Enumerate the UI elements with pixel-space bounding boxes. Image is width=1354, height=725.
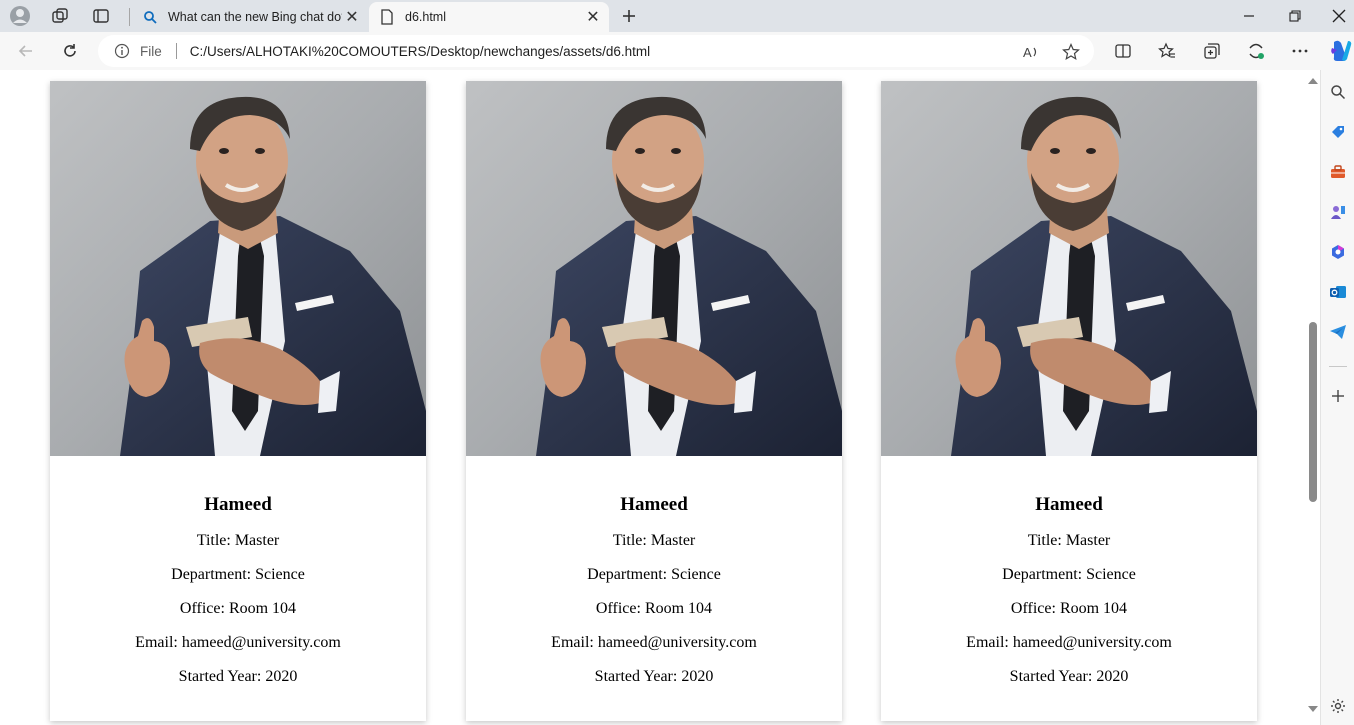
tab-d6[interactable]: d6.html ✕ [369,2,609,32]
read-aloud-icon[interactable]: A [1022,43,1040,61]
tab-title: d6.html [405,10,446,24]
url-text[interactable]: C:/Users/ALHOTAKI%20COMOUTERS/Desktop/ne… [190,44,650,59]
staff-title: Title: Master [196,532,280,549]
favorites-icon[interactable] [1153,37,1181,65]
search-icon [142,9,158,25]
staff-started-year: Started Year: 2020 [594,668,714,685]
sidebar-m365-icon[interactable] [1328,242,1348,262]
staff-office: Office: Room 104 [1010,600,1128,617]
browser-essentials-icon[interactable] [1242,37,1270,65]
staff-office: Office: Room 104 [179,600,297,617]
back-icon[interactable] [12,37,40,65]
staff-department: Department: Science [1002,566,1136,583]
minimize-icon[interactable] [1226,0,1272,32]
sidebar-search-icon[interactable] [1328,82,1348,102]
restore-icon[interactable] [1272,0,1318,32]
staff-photo [466,81,842,456]
tab-bing-chat[interactable]: What can the new Bing chat do? ✕ [132,2,368,32]
staff-email: Email: hameed@university.com [966,634,1172,651]
copilot-icon[interactable] [1328,38,1354,64]
tab-actions-icon[interactable] [89,4,113,28]
page-content: Hameed Title: Master Department: Science… [0,70,1306,725]
favorite-star-icon[interactable] [1062,43,1080,61]
sidebar-shopping-icon[interactable] [1328,122,1348,142]
address-bar[interactable]: File C:/Users/ALHOTAKI%20COMOUTERS/Deskt… [98,35,1094,67]
close-tab-icon[interactable]: ✕ [583,7,603,27]
staff-name: Hameed [620,494,688,515]
staff-title: Title: Master [1027,532,1111,549]
staff-photo [50,81,426,456]
staff-card: Hameed Title: Master Department: Science… [466,81,842,721]
staff-department: Department: Science [171,566,305,583]
staff-department: Department: Science [587,566,721,583]
sidebar-settings-icon[interactable] [1328,696,1348,716]
sidebar-games-icon[interactable] [1328,202,1348,222]
sidebar-divider [1329,366,1347,367]
staff-started-year: Started Year: 2020 [178,668,298,685]
collections-icon[interactable] [1198,37,1226,65]
staff-card: Hameed Title: Master Department: Science… [881,81,1257,721]
staff-title: Title: Master [612,532,696,549]
sidebar-tools-icon[interactable] [1328,162,1348,182]
tab-title: What can the new Bing chat do? [168,10,342,24]
staff-email: Email: hameed@university.com [135,634,341,651]
address-divider [175,43,177,59]
profile-icon[interactable] [8,4,32,28]
scheme-label: File [140,43,162,59]
document-icon [379,9,395,25]
more-options-icon[interactable] [1286,37,1314,65]
close-tab-icon[interactable]: ✕ [342,7,362,27]
staff-card: Hameed Title: Master Department: Science… [50,81,426,721]
staff-started-year: Started Year: 2020 [1009,668,1129,685]
scroll-thumb[interactable] [1309,322,1317,502]
vertical-scrollbar[interactable] [1306,70,1320,725]
scroll-down-arrow-icon[interactable] [1308,706,1318,712]
tab-divider [129,8,130,26]
staff-photo [881,81,1257,456]
staff-name: Hameed [204,494,272,515]
sidebar-add-icon[interactable] [1328,386,1348,406]
tab-strip: What can the new Bing chat do? ✕ d6.html… [0,0,1354,32]
staff-email: Email: hameed@university.com [551,634,757,651]
close-window-icon[interactable] [1316,0,1354,32]
refresh-icon[interactable] [56,37,84,65]
edge-sidebar [1320,70,1354,725]
sidebar-telegram-icon[interactable] [1328,322,1348,342]
info-icon[interactable] [114,43,130,59]
navigation-toolbar: File C:/Users/ALHOTAKI%20COMOUTERS/Deskt… [0,32,1354,70]
new-tab-icon[interactable] [617,4,641,28]
svg-text:A: A [1023,45,1032,60]
staff-office: Office: Room 104 [595,600,713,617]
scroll-up-arrow-icon[interactable] [1308,78,1318,84]
workspaces-icon[interactable] [48,4,72,28]
sidebar-outlook-icon[interactable] [1328,282,1348,302]
staff-name: Hameed [1035,494,1103,515]
split-screen-icon[interactable] [1109,37,1137,65]
